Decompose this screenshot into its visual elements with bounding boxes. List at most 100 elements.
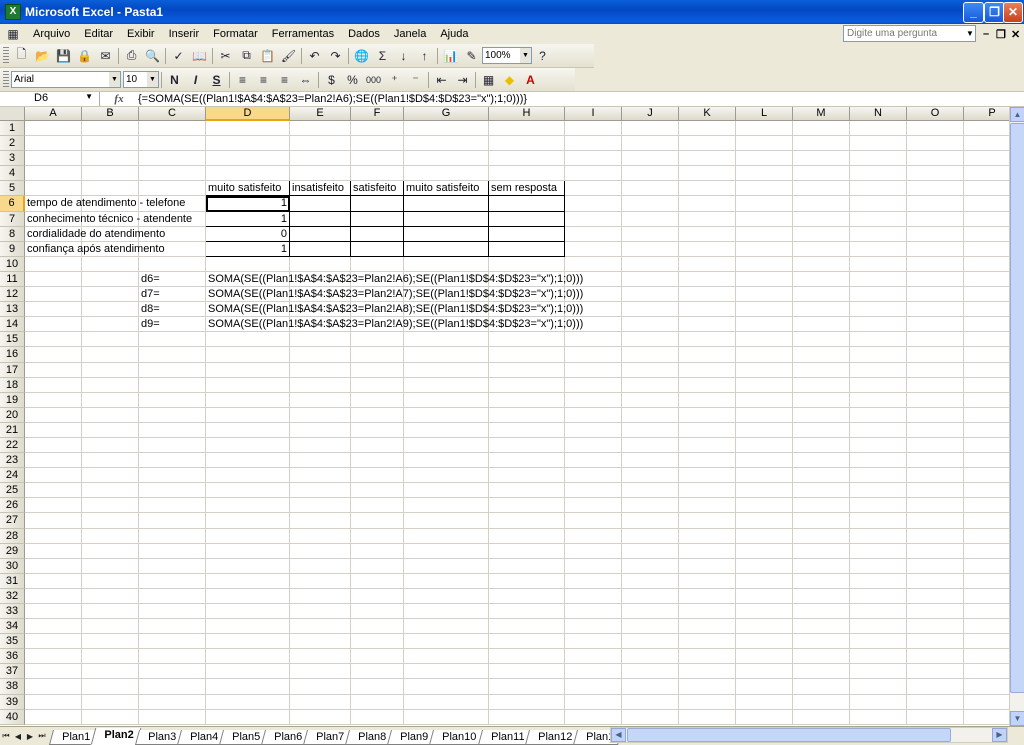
cell-h22[interactable] (489, 437, 565, 454)
cell-g5[interactable]: muito satisfeito (404, 181, 489, 197)
cell-j7[interactable] (622, 211, 679, 227)
cell-h2[interactable] (489, 136, 565, 152)
cell-j25[interactable] (622, 483, 679, 499)
cell-l24[interactable] (736, 468, 793, 484)
cell-j22[interactable] (622, 437, 679, 454)
cell-a30[interactable] (25, 558, 82, 574)
cell-c3[interactable] (139, 151, 206, 167)
cell-e22[interactable] (290, 437, 351, 454)
sheet-tab-plan12[interactable]: Plan12 (525, 729, 581, 745)
next-sheet-icon[interactable]: ▶ (24, 732, 36, 741)
cell-g16[interactable] (404, 347, 489, 363)
cell-f37[interactable] (351, 664, 404, 680)
cell-b39[interactable] (82, 694, 139, 710)
cell-i18[interactable] (565, 377, 622, 393)
cell-f40[interactable] (351, 709, 404, 725)
row-header[interactable]: 29 (0, 543, 25, 559)
permission-icon[interactable]: 🔒 (74, 46, 95, 66)
cell-o22[interactable] (907, 437, 964, 454)
cell-a6[interactable]: tempo de atendimento - telefone (25, 196, 185, 212)
cell-b28[interactable] (82, 528, 139, 544)
cell-k40[interactable] (679, 709, 736, 725)
cell-h27[interactable] (489, 513, 565, 529)
cell-d12[interactable]: SOMA(SE((Plan1!$A$4:$A$23=Plan2!A7);SE((… (206, 287, 583, 303)
cell-e40[interactable] (290, 709, 351, 725)
cell-h21[interactable] (489, 422, 565, 438)
cell-g31[interactable] (404, 573, 489, 589)
cell-e28[interactable] (290, 528, 351, 544)
row-header[interactable]: 20 (0, 407, 25, 423)
cell-a36[interactable] (25, 649, 82, 665)
research-icon[interactable]: 📖 (189, 46, 210, 66)
cell-a12[interactable] (25, 287, 82, 303)
cell-n40[interactable] (850, 709, 907, 725)
cell-d17[interactable] (206, 362, 290, 378)
font-name-select[interactable]: Arial ▼ (11, 71, 121, 88)
cell-g27[interactable] (404, 513, 489, 529)
cell-g18[interactable] (404, 377, 489, 393)
cell-e7[interactable] (290, 211, 351, 227)
cell-o23[interactable] (907, 453, 964, 469)
column-header-g[interactable]: G (404, 107, 489, 121)
cell-g26[interactable] (404, 498, 489, 514)
row-header[interactable]: 11 (0, 271, 25, 288)
cell-o27[interactable] (907, 513, 964, 529)
cell-d1[interactable] (206, 121, 290, 137)
column-header-p[interactable]: P (964, 107, 1009, 121)
cell-b30[interactable] (82, 558, 139, 574)
cell-h20[interactable] (489, 407, 565, 423)
row-header[interactable]: 18 (0, 377, 25, 393)
sort-descending-icon[interactable]: ↑ (414, 46, 435, 66)
cell-n1[interactable] (850, 121, 907, 137)
cell-f17[interactable] (351, 362, 404, 378)
cell-n10[interactable] (850, 256, 907, 272)
cell-k5[interactable] (679, 181, 736, 197)
cell-a31[interactable] (25, 573, 82, 589)
cell-m21[interactable] (793, 422, 850, 438)
cell-l10[interactable] (736, 256, 793, 272)
decrease-indent-icon[interactable]: ⇤ (431, 70, 452, 90)
cell-j39[interactable] (622, 694, 679, 710)
cell-c34[interactable] (139, 619, 206, 635)
cell-k3[interactable] (679, 151, 736, 167)
cell-o12[interactable] (907, 287, 964, 303)
cell-n26[interactable] (850, 498, 907, 514)
cell-d14[interactable]: SOMA(SE((Plan1!$A$4:$A$23=Plan2!A9);SE((… (206, 317, 583, 333)
cell-c1[interactable] (139, 121, 206, 137)
cell-n37[interactable] (850, 664, 907, 680)
cell-o10[interactable] (907, 256, 964, 272)
cell-j27[interactable] (622, 513, 679, 529)
cell-m24[interactable] (793, 468, 850, 484)
cell-k16[interactable] (679, 347, 736, 363)
cell-d30[interactable] (206, 558, 290, 574)
cell-p4[interactable] (964, 166, 1009, 182)
cell-d27[interactable] (206, 513, 290, 529)
cell-d4[interactable] (206, 166, 290, 182)
cell-i3[interactable] (565, 151, 622, 167)
cell-b4[interactable] (82, 166, 139, 182)
cell-f36[interactable] (351, 649, 404, 665)
cell-l19[interactable] (736, 392, 793, 408)
cell-k33[interactable] (679, 604, 736, 620)
cell-f2[interactable] (351, 136, 404, 152)
column-header-a[interactable]: A (25, 107, 82, 121)
cell-h32[interactable] (489, 588, 565, 604)
cell-f21[interactable] (351, 422, 404, 438)
cell-l38[interactable] (736, 679, 793, 695)
row-header[interactable]: 37 (0, 664, 25, 680)
cell-j5[interactable] (622, 181, 679, 197)
help-search-input[interactable]: Digite uma pergunta ▼ (843, 25, 976, 42)
row-header[interactable]: 26 (0, 498, 25, 514)
cell-o19[interactable] (907, 392, 964, 408)
cell-k8[interactable] (679, 226, 736, 242)
cell-o6[interactable] (907, 196, 964, 212)
cell-l16[interactable] (736, 347, 793, 363)
cell-m14[interactable] (793, 317, 850, 333)
cell-g20[interactable] (404, 407, 489, 423)
cell-f22[interactable] (351, 437, 404, 454)
cell-n17[interactable] (850, 362, 907, 378)
cell-o36[interactable] (907, 649, 964, 665)
row-header[interactable]: 4 (0, 166, 25, 182)
chart-wizard-icon[interactable]: 📊 (440, 46, 461, 66)
cell-j6[interactable] (622, 196, 679, 212)
